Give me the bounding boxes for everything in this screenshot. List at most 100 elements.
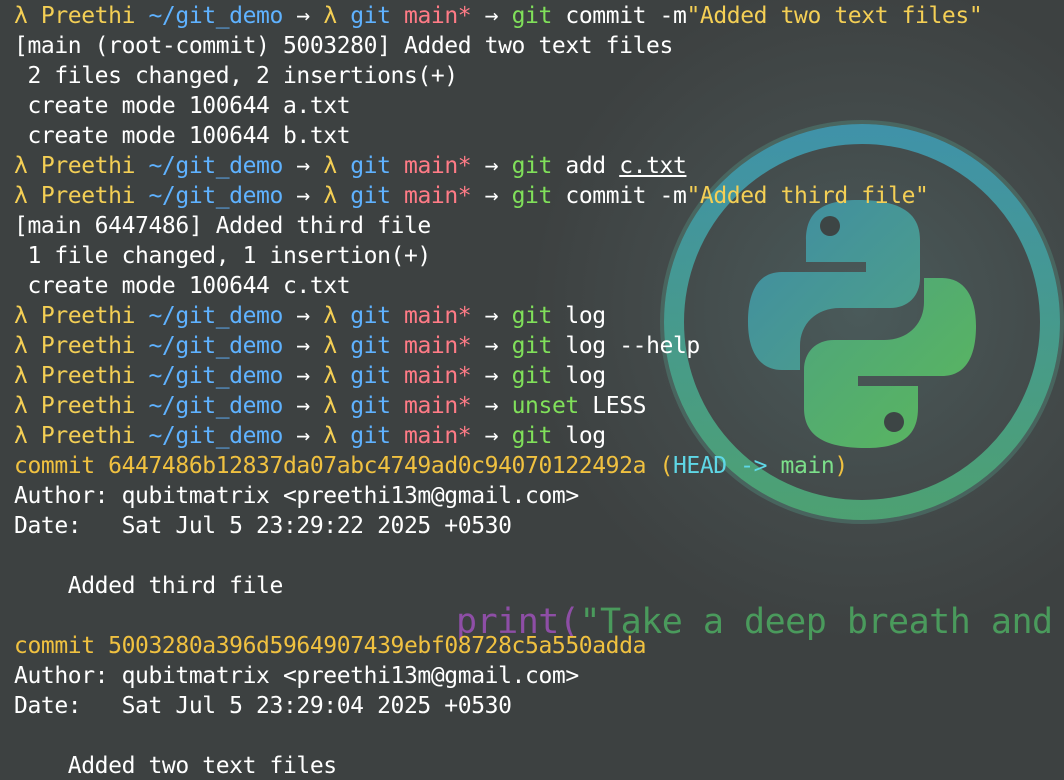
prompt-vcs: git [350,303,405,329]
command-args: log [551,363,606,389]
prompt-arrow: → [282,3,324,29]
prompt-arrow: → [282,153,324,179]
commit-ref-open: ( [646,453,673,479]
prompt-arrow: → [471,183,512,209]
prompt-user: λ Preethi [14,333,149,359]
output-line: create mode 100644 b.txt [14,123,351,149]
prompt-line: λ Preethi ~/git_demo → λ git main* → git… [14,361,606,391]
prompt-user: λ Preethi [14,423,149,449]
prompt-arrow: → [282,183,324,209]
output-line: create mode 100644 a.txt [14,93,351,119]
output-line: 1 file changed, 1 insertion(+) [14,243,431,269]
commit-hash: 6447486b12837da07abc4749ad0c94070122492a [108,453,647,479]
output-line: Date: Sat Jul 5 23:29:22 2025 +0530 [14,513,512,539]
prompt-vcs: git [350,423,405,449]
prompt-branch: main* [404,303,472,329]
prompt-vcs: git [350,363,405,389]
prompt-arrow: → [471,363,512,389]
prompt-arrow: → [282,393,324,419]
prompt-vcs: git [350,333,405,359]
prompt-user: λ Preethi [14,363,149,389]
commit-label: commit [14,453,109,479]
command-name: git [511,183,553,209]
command-name: git [511,303,553,329]
commit-ref-close: ) [834,453,848,479]
prompt-lambda: λ [323,333,351,359]
command-name: git [511,333,553,359]
prompt-path: ~/git_demo [148,423,283,449]
command-args: commit -m [551,183,687,209]
prompt-branch: main* [404,423,472,449]
prompt-line: λ Preethi ~/git_demo → λ git main* → git… [14,1,983,31]
command-name: git [511,3,553,29]
prompt-user: λ Preethi [14,183,149,209]
prompt-branch: main* [404,3,472,29]
terminal-output: λ Preethi ~/git_demo → λ git main* → git… [0,0,1064,780]
prompt-path: ~/git_demo [148,303,283,329]
commit-label: commit [14,633,109,659]
prompt-lambda: λ [323,393,351,419]
prompt-line: λ Preethi ~/git_demo → λ git main* → git… [14,181,929,211]
prompt-vcs: git [350,153,405,179]
prompt-line: λ Preethi ~/git_demo → λ git main* → git… [14,421,606,451]
prompt-arrow: → [471,333,512,359]
prompt-line: λ Preethi ~/git_demo → λ git main* → uns… [14,391,647,421]
command-name: unset [511,393,580,419]
prompt-line: λ Preethi ~/git_demo → λ git main* → git… [14,331,700,361]
prompt-arrow: → [471,393,512,419]
command-name: git [511,153,553,179]
prompt-branch: main* [404,363,472,389]
prompt-vcs: git [350,393,405,419]
command-args: log [551,423,606,449]
command-name: git [511,423,553,449]
output-line: Author: qubitmatrix <preethi13m@gmail.co… [14,483,579,509]
prompt-path: ~/git_demo [148,333,283,359]
command-args: add [551,153,620,179]
command-args: LESS [578,393,647,419]
command-file: c.txt [619,153,687,179]
prompt-arrow: → [282,423,324,449]
prompt-path: ~/git_demo [148,393,283,419]
prompt-arrow: → [471,153,512,179]
prompt-branch: main* [404,153,472,179]
prompt-path: ~/git_demo [148,183,283,209]
command-args: log --help [551,333,700,359]
prompt-arrow: → [471,423,512,449]
prompt-user: λ Preethi [14,393,149,419]
prompt-lambda: λ [323,423,351,449]
prompt-lambda: λ [323,363,351,389]
prompt-lambda: λ [323,183,351,209]
output-line: Added third file [14,573,284,599]
command-message: "Added two text files" [686,3,983,29]
commit-hash: 5003280a396d5964907439ebf08728c5a550adda [108,633,647,659]
prompt-user: λ Preethi [14,303,149,329]
output-line: Date: Sat Jul 5 23:29:04 2025 +0530 [14,693,512,719]
command-message: "Added third file" [686,183,929,209]
commit-head-ref: HEAD -> [672,453,781,479]
prompt-arrow: → [471,303,512,329]
output-line: [main 6447486] Added third file [14,213,431,239]
prompt-path: ~/git_demo [148,153,283,179]
commit-line: commit 5003280a396d5964907439ebf08728c5a… [14,631,646,661]
command-args: log [551,303,606,329]
prompt-vcs: git [350,3,405,29]
prompt-line: λ Preethi ~/git_demo → λ git main* → git… [14,151,687,181]
prompt-branch: main* [404,183,472,209]
prompt-arrow: → [282,363,324,389]
commit-line: commit 6447486b12837da07abc4749ad0c94070… [14,451,848,481]
prompt-branch: main* [404,393,472,419]
prompt-line: λ Preethi ~/git_demo → λ git main* → git… [14,301,606,331]
command-name: git [511,363,553,389]
prompt-path: ~/git_demo [148,3,283,29]
prompt-branch: main* [404,333,472,359]
output-line: Author: qubitmatrix <preethi13m@gmail.co… [14,663,579,689]
prompt-lambda: λ [323,153,351,179]
prompt-arrow: → [471,3,512,29]
commit-branch-ref: main [780,453,835,479]
prompt-user: λ Preethi [14,3,149,29]
prompt-arrow: → [282,333,324,359]
output-line: create mode 100644 c.txt [14,273,351,299]
output-line: Added two text files [14,753,337,779]
output-line: [main (root-commit) 5003280] Added two t… [14,33,673,59]
prompt-lambda: λ [323,3,351,29]
